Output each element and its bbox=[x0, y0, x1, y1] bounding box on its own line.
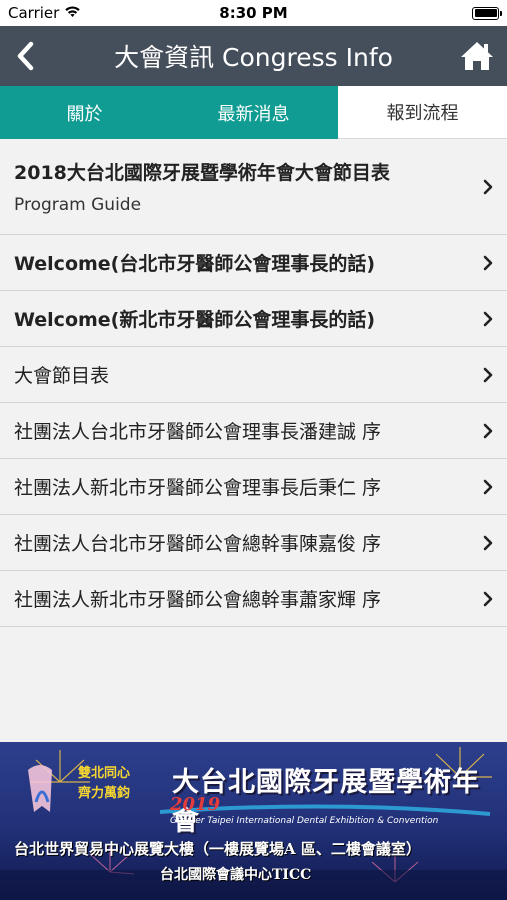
chevron-right-icon bbox=[481, 589, 495, 609]
event-banner[interactable]: 雙北同心 齊力萬鈞 大台北國際牙展暨學術年會 2019 Greater Taip… bbox=[0, 742, 507, 900]
list-item-program-guide[interactable]: 2018大台北國際牙展暨學術年會大會節目表 Program Guide bbox=[0, 139, 507, 235]
chevron-right-icon bbox=[481, 421, 495, 441]
info-list: 2018大台北國際牙展暨學術年會大會節目表 Program Guide Welc… bbox=[0, 139, 507, 627]
chevron-right-icon bbox=[481, 253, 495, 273]
tab-registration[interactable]: 報到流程 bbox=[338, 86, 507, 139]
list-item-title: 社團法人新北市牙醫師公會理事長后秉仁 序 bbox=[14, 477, 382, 499]
home-button[interactable] bbox=[457, 36, 497, 76]
tab-bar: 關於 最新消息 報到流程 bbox=[0, 86, 507, 139]
list-item-title: Welcome(台北市牙醫師公會理事長的話) bbox=[14, 253, 376, 275]
chevron-right-icon bbox=[481, 309, 495, 329]
list-item-title: 社團法人台北市牙醫師公會總幹事陳嘉俊 序 bbox=[14, 533, 382, 555]
wifi-icon bbox=[64, 4, 81, 22]
nav-bar: 大會資訊 Congress Info bbox=[0, 26, 507, 86]
list-item-title: Welcome(新北市牙醫師公會理事長的話) bbox=[14, 309, 376, 331]
banner-slogan: 雙北同心 齊力萬鈞 bbox=[78, 764, 130, 804]
banner-title: 大台北國際牙展暨學術年會 bbox=[172, 767, 480, 837]
list-item-welcome-new-taipei[interactable]: Welcome(新北市牙醫師公會理事長的話) bbox=[0, 291, 507, 347]
banner-subtitle-en: Greater Taipei International Dental Exhi… bbox=[170, 816, 439, 826]
chevron-right-icon bbox=[481, 533, 495, 553]
list-item-preface-1[interactable]: 社團法人台北市牙醫師公會理事長潘建誠 序 bbox=[0, 403, 507, 459]
banner-venue-line1: 台北世界貿易中心展覽大樓（一樓展覽場A 區、二樓會議室） bbox=[14, 840, 421, 858]
banner-slogan-line2: 齊力萬鈞 bbox=[78, 786, 131, 801]
banner-slogan-line1: 雙北同心 bbox=[78, 766, 131, 781]
list-item-title: 大會節目表 bbox=[14, 365, 110, 387]
chevron-left-icon bbox=[17, 41, 34, 71]
banner-venue-line2: 台北國際會議中心TICC bbox=[160, 867, 312, 883]
list-item-title: 社團法人台北市牙醫師公會理事長潘建誠 序 bbox=[14, 421, 382, 443]
page-title: 大會資訊 Congress Info bbox=[114, 43, 393, 72]
list-item-preface-4[interactable]: 社團法人新北市牙醫師公會總幹事蕭家輝 序 bbox=[0, 571, 507, 627]
chevron-right-icon bbox=[481, 477, 495, 497]
back-button[interactable] bbox=[0, 26, 52, 86]
chevron-right-icon bbox=[481, 177, 495, 197]
home-icon bbox=[461, 42, 493, 70]
list-item-program[interactable]: 大會節目表 bbox=[0, 347, 507, 403]
list-item-title: 2018大台北國際牙展暨學術年會大會節目表 bbox=[14, 162, 390, 184]
tab-news[interactable]: 最新消息 bbox=[169, 86, 338, 139]
banner-year: 2019 bbox=[170, 794, 221, 815]
battery-icon bbox=[472, 6, 502, 20]
tab-about[interactable]: 關於 bbox=[0, 86, 169, 139]
list-item-welcome-taipei[interactable]: Welcome(台北市牙醫師公會理事長的話) bbox=[0, 235, 507, 291]
list-item-preface-2[interactable]: 社團法人新北市牙醫師公會理事長后秉仁 序 bbox=[0, 459, 507, 515]
status-bar: Carrier 8:30 PM bbox=[0, 0, 507, 26]
list-item-subtitle: Program Guide bbox=[14, 195, 142, 215]
carrier-label: Carrier bbox=[8, 4, 60, 22]
battery-fill bbox=[474, 9, 497, 17]
list-item-title: 社團法人新北市牙醫師公會總幹事蕭家輝 序 bbox=[14, 589, 382, 611]
list-item-preface-3[interactable]: 社團法人台北市牙醫師公會總幹事陳嘉俊 序 bbox=[0, 515, 507, 571]
chevron-right-icon bbox=[481, 365, 495, 385]
